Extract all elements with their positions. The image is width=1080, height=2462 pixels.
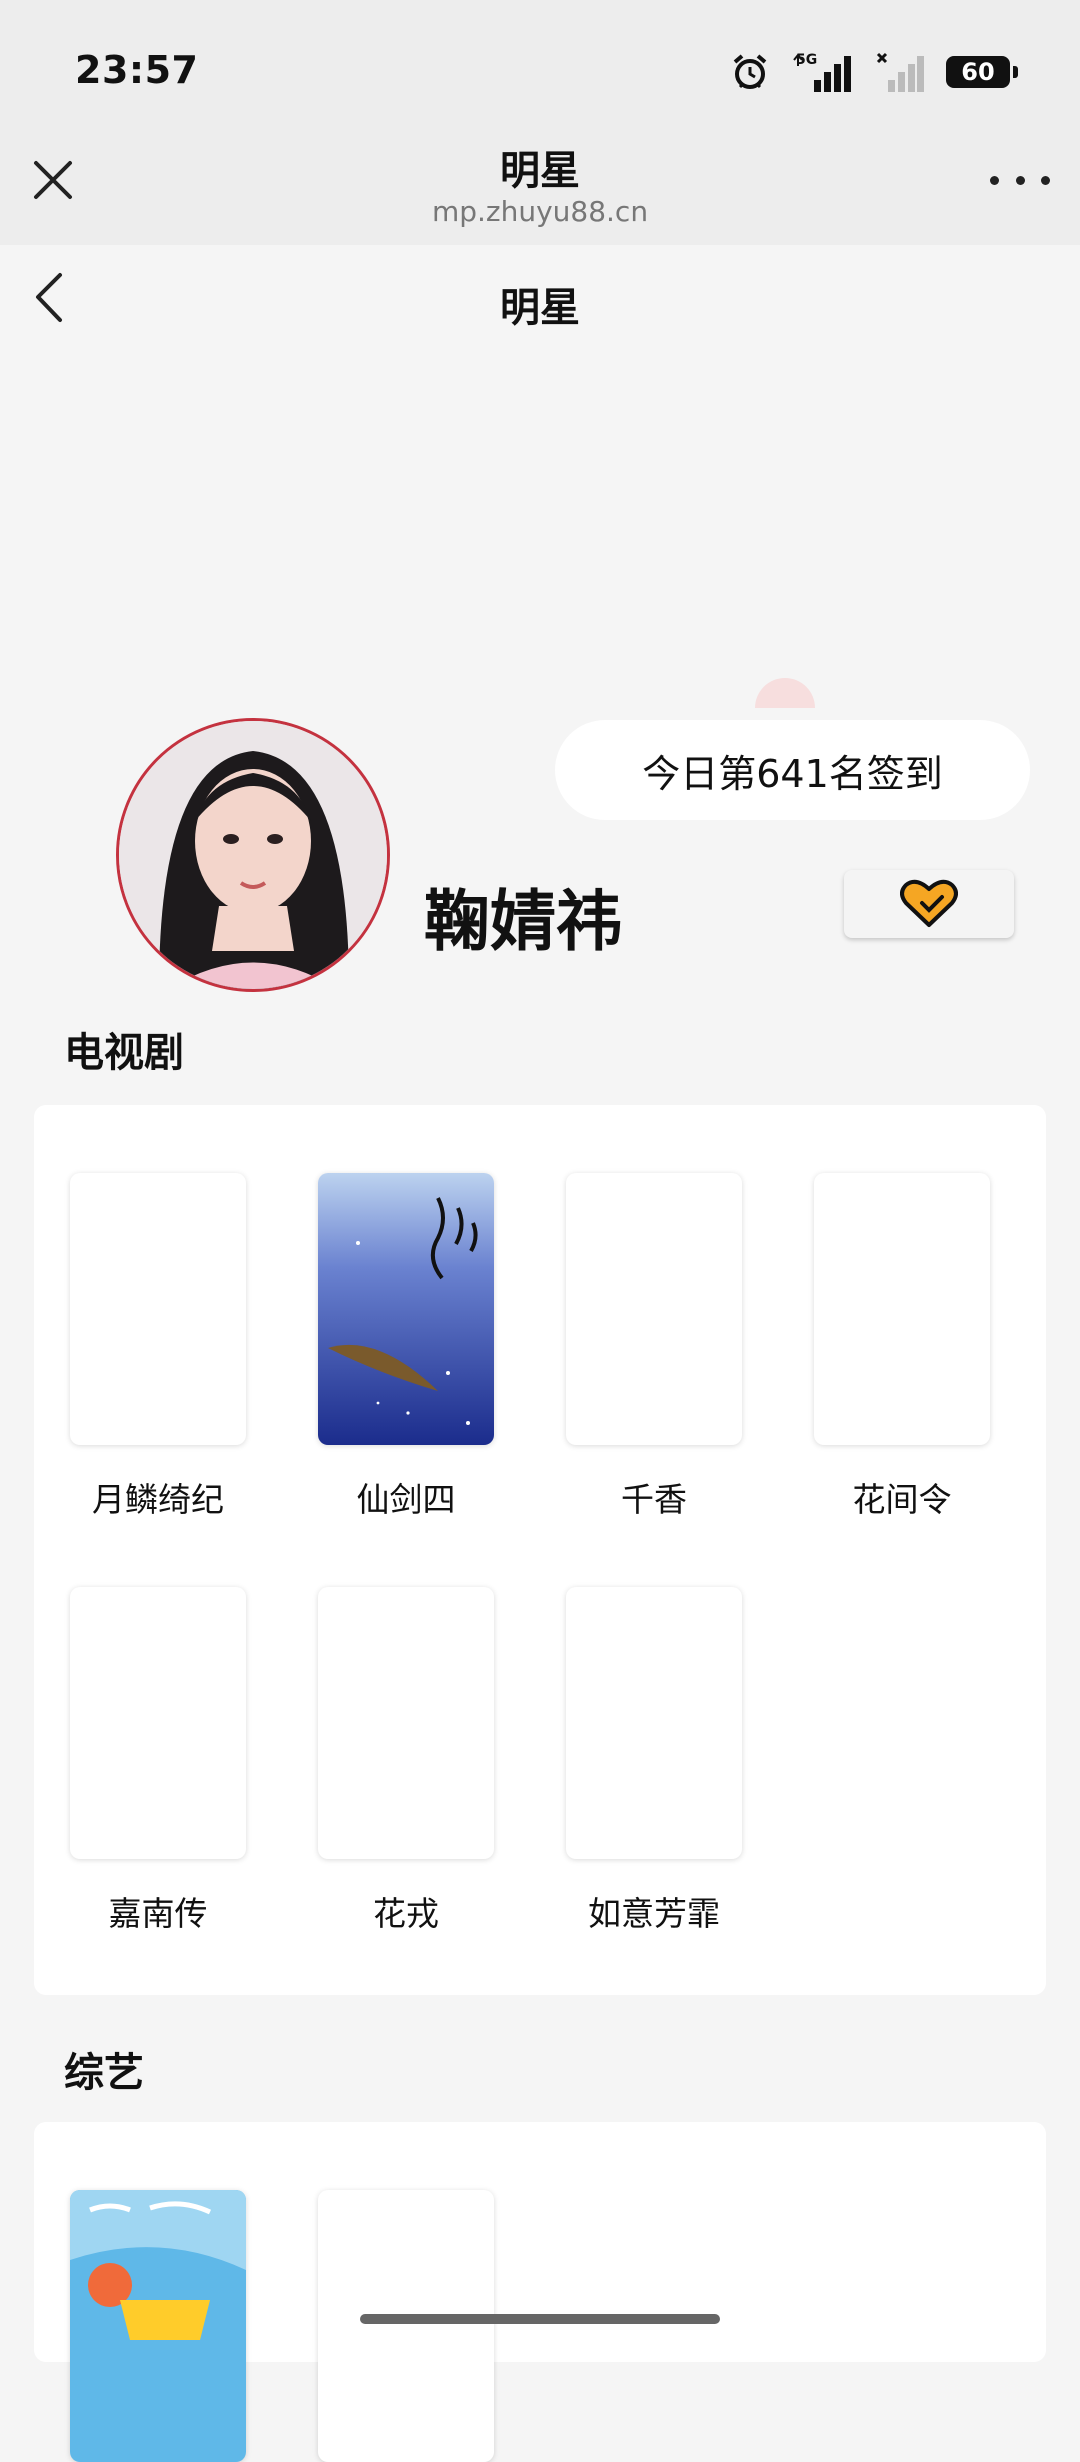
heart-icon bbox=[900, 879, 958, 927]
avatar bbox=[116, 718, 390, 992]
battery-icon: 60 bbox=[946, 56, 1018, 88]
variety-card bbox=[34, 2122, 1046, 2462]
webview-url: mp.zhuyu88.cn bbox=[431, 195, 649, 228]
poster-tile[interactable] bbox=[318, 1587, 494, 1859]
more-options-icon[interactable] bbox=[990, 168, 1050, 192]
follow-heart-button[interactable] bbox=[844, 870, 1014, 938]
poster-label[interactable]: 嘉南传 bbox=[38, 1887, 278, 1935]
decorative-shape bbox=[755, 678, 815, 708]
section-title-tv: 电视剧 bbox=[64, 1030, 184, 1076]
poster-tile[interactable] bbox=[70, 1587, 246, 1859]
page-nav-bar: 明星 bbox=[0, 245, 1080, 355]
poster-tile[interactable] bbox=[318, 2190, 494, 2462]
poster-label[interactable]: 花戎 bbox=[286, 1887, 526, 1935]
poster-tile[interactable] bbox=[318, 1173, 494, 1445]
webview-header: 明星 mp.zhuyu88.cn bbox=[0, 130, 1080, 245]
poster-label[interactable]: 月鳞绮纪 bbox=[38, 1473, 278, 1521]
checkin-status[interactable]: 今日第641名签到 bbox=[555, 720, 1030, 820]
avatar-portrait bbox=[119, 721, 387, 989]
page-title: 明星 bbox=[500, 285, 580, 331]
webview-title: 明星 bbox=[500, 148, 580, 194]
poster-label[interactable]: 千香 bbox=[534, 1473, 774, 1521]
tv-card: 月鳞绮纪 仙剑四 千香 花间令 嘉南传 花戎 如意芳霏 bbox=[34, 1105, 1046, 1995]
status-bar: 23:57 5G 60 bbox=[0, 0, 1080, 130]
poster-tile[interactable] bbox=[566, 1173, 742, 1445]
alarm-icon bbox=[733, 54, 767, 89]
poster-image bbox=[318, 1173, 494, 1445]
no-signal-icon bbox=[876, 52, 924, 92]
status-time: 23:57 bbox=[75, 48, 199, 92]
star-name: 鞠婧祎 bbox=[424, 883, 622, 960]
home-indicator[interactable] bbox=[360, 2314, 720, 2324]
status-icons: 5G 60 bbox=[730, 52, 1018, 92]
cellular-signal-icon: 5G bbox=[792, 52, 854, 92]
poster-label[interactable]: 仙剑四 bbox=[286, 1473, 526, 1521]
poster-tile[interactable] bbox=[70, 2190, 246, 2462]
section-title-variety: 综艺 bbox=[64, 2050, 144, 2096]
poster-tile[interactable] bbox=[814, 1173, 990, 1445]
poster-image bbox=[70, 2190, 246, 2462]
poster-tile[interactable] bbox=[70, 1173, 246, 1445]
poster-tile[interactable] bbox=[566, 1587, 742, 1859]
poster-label[interactable]: 如意芳霏 bbox=[534, 1887, 774, 1935]
poster-label[interactable]: 花间令 bbox=[782, 1473, 1022, 1521]
